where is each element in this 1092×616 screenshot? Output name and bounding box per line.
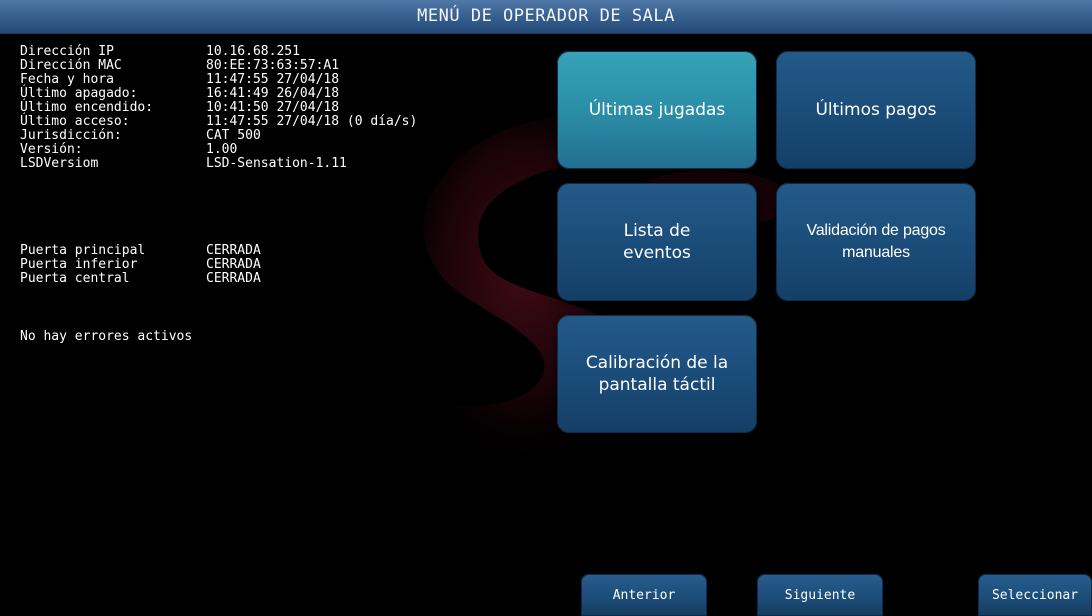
next-button[interactable]: Siguiente xyxy=(757,574,883,616)
info-value: LSD-Sensation-1.11 xyxy=(206,156,347,171)
info-label: Fecha y hora xyxy=(20,72,114,87)
info-row-last-shutdown: Último apagado: 16:41:49 26/04/18 xyxy=(20,87,339,101)
info-label: LSDVersiom xyxy=(20,156,99,171)
door-label: Puerta inferior xyxy=(20,257,138,272)
info-value: 10.16.68.251 xyxy=(206,44,300,59)
door-row-main: Puerta principal CERRADA xyxy=(20,244,261,258)
info-row-mac: Dirección MAC 80:EE:73:63:57:A1 xyxy=(20,59,339,73)
info-value: 11:47:55 27/04/18 xyxy=(206,72,340,87)
previous-button[interactable]: Anterior xyxy=(581,574,707,616)
door-row-central: Puerta central CERRADA xyxy=(20,272,261,286)
info-value: 80:EE:73:63:57:A1 xyxy=(206,58,340,73)
info-value: 1.00 xyxy=(206,142,238,157)
info-row-version: Versión: 1.00 xyxy=(20,143,237,157)
select-button[interactable]: Seleccionar xyxy=(978,574,1092,616)
operator-menu-screen: MENÚ DE OPERADOR DE SALA Dirección IP 10.… xyxy=(0,0,1092,616)
touchscreen-calibration-button[interactable]: Calibración de la pantalla táctil xyxy=(557,315,757,433)
manual-payment-validation-button[interactable]: Validación de pagos manuales xyxy=(776,183,976,301)
last-plays-button[interactable]: Últimas jugadas xyxy=(557,51,757,169)
door-status: CERRADA xyxy=(206,243,261,258)
info-row-lsd-version: LSDVersiom LSD-Sensation-1.11 xyxy=(20,157,347,171)
title-bar: MENÚ DE OPERADOR DE SALA xyxy=(0,0,1092,34)
info-label: Dirección MAC xyxy=(20,58,122,73)
door-status: CERRADA xyxy=(206,271,261,286)
info-label: Versión: xyxy=(20,142,83,157)
info-row-jurisdiction: Jurisdicción: CAT 500 xyxy=(20,129,261,143)
info-label: Último apagado: xyxy=(20,86,138,101)
info-row-last-access: Último acceso: 11:47:55 27/04/18 (0 día/s… xyxy=(20,115,417,129)
info-value: 16:41:49 26/04/18 xyxy=(206,86,340,101)
info-row-ip: Dirección IP 10.16.68.251 xyxy=(20,45,300,59)
info-value: 10:41:50 27/04/18 xyxy=(206,100,340,115)
info-value: CAT 500 xyxy=(206,128,261,143)
info-label: Dirección IP xyxy=(20,44,114,59)
door-label: Puerta principal xyxy=(20,243,146,258)
page-title: MENÚ DE OPERADOR DE SALA xyxy=(417,6,675,26)
info-value: 11:47:55 27/04/18 (0 día/s) xyxy=(206,114,418,129)
info-label: Último encendido: xyxy=(20,100,154,115)
info-row-datetime: Fecha y hora 11:47:55 27/04/18 xyxy=(20,73,339,87)
errors-status-text: No hay errores activos xyxy=(20,329,193,344)
door-label: Puerta central xyxy=(20,271,130,286)
event-list-button[interactable]: Lista de eventos xyxy=(557,183,757,301)
info-label: Último acceso: xyxy=(20,114,130,129)
info-label: Jurisdicción: xyxy=(20,128,122,143)
door-status: CERRADA xyxy=(206,257,261,272)
last-payments-button[interactable]: Últimos pagos xyxy=(776,51,976,169)
door-row-lower: Puerta inferior CERRADA xyxy=(20,258,261,272)
info-row-last-power-on: Último encendido: 10:41:50 27/04/18 xyxy=(20,101,339,115)
